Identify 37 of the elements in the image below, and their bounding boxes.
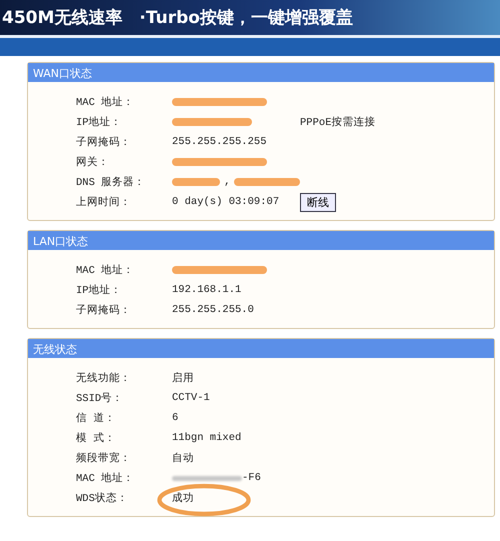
field-value: CCTV-1 [172, 392, 210, 404]
banner-title: 450M无线速率 ·Turbo按键，一键增强覆盖 [2, 7, 353, 29]
panel-title: WAN口状态 [28, 63, 494, 82]
field-label: 模 式： [76, 431, 116, 445]
field-value: 自动 [172, 452, 194, 465]
field-label: SSID号： [76, 392, 124, 405]
redaction-mark [234, 178, 300, 186]
field-label: MAC 地址： [76, 471, 136, 485]
field-label: 频段带宽： [76, 451, 132, 465]
field-label: 子网掩码： [76, 304, 132, 317]
field-label: WDS状态： [76, 491, 129, 505]
field-value: 255.255.255.0 [172, 304, 254, 316]
field-label: 无线功能： [76, 371, 132, 385]
field-label: MAC 地址： [76, 95, 136, 109]
field-value: 255.255.255.255 [172, 136, 267, 148]
panel-title: 无线状态 [28, 339, 494, 358]
field-label: IP地址： [76, 115, 123, 129]
field-label: IP地址： [76, 283, 123, 297]
field-value: 成功 [172, 491, 194, 505]
field-value: 0 day(s) 03:09:07 [172, 196, 280, 208]
panel-title: LAN口状态 [28, 231, 494, 250]
field-value: 11bgn mixed [172, 432, 242, 444]
field-label: 信 道： [76, 412, 116, 425]
disconnect-button[interactable]: 断线 [300, 192, 336, 212]
field-value: 192.168.1.1 [172, 284, 242, 296]
field-label: MAC 地址： [76, 263, 136, 277]
field-value: 启用 [172, 371, 194, 385]
field-label: 上网时间： [76, 195, 132, 209]
separator-text: , [224, 176, 230, 188]
redaction-mark [172, 178, 220, 186]
field-label: 子网掩码： [76, 136, 132, 149]
field-label: 网关： [76, 155, 110, 169]
field-value: 6 [172, 412, 178, 424]
field-label: DNS 服务器： [76, 176, 146, 189]
blurred-value [172, 476, 242, 480]
field-value: -F6 [242, 472, 261, 484]
field-value: PPPoE按需连接 [300, 115, 376, 129]
